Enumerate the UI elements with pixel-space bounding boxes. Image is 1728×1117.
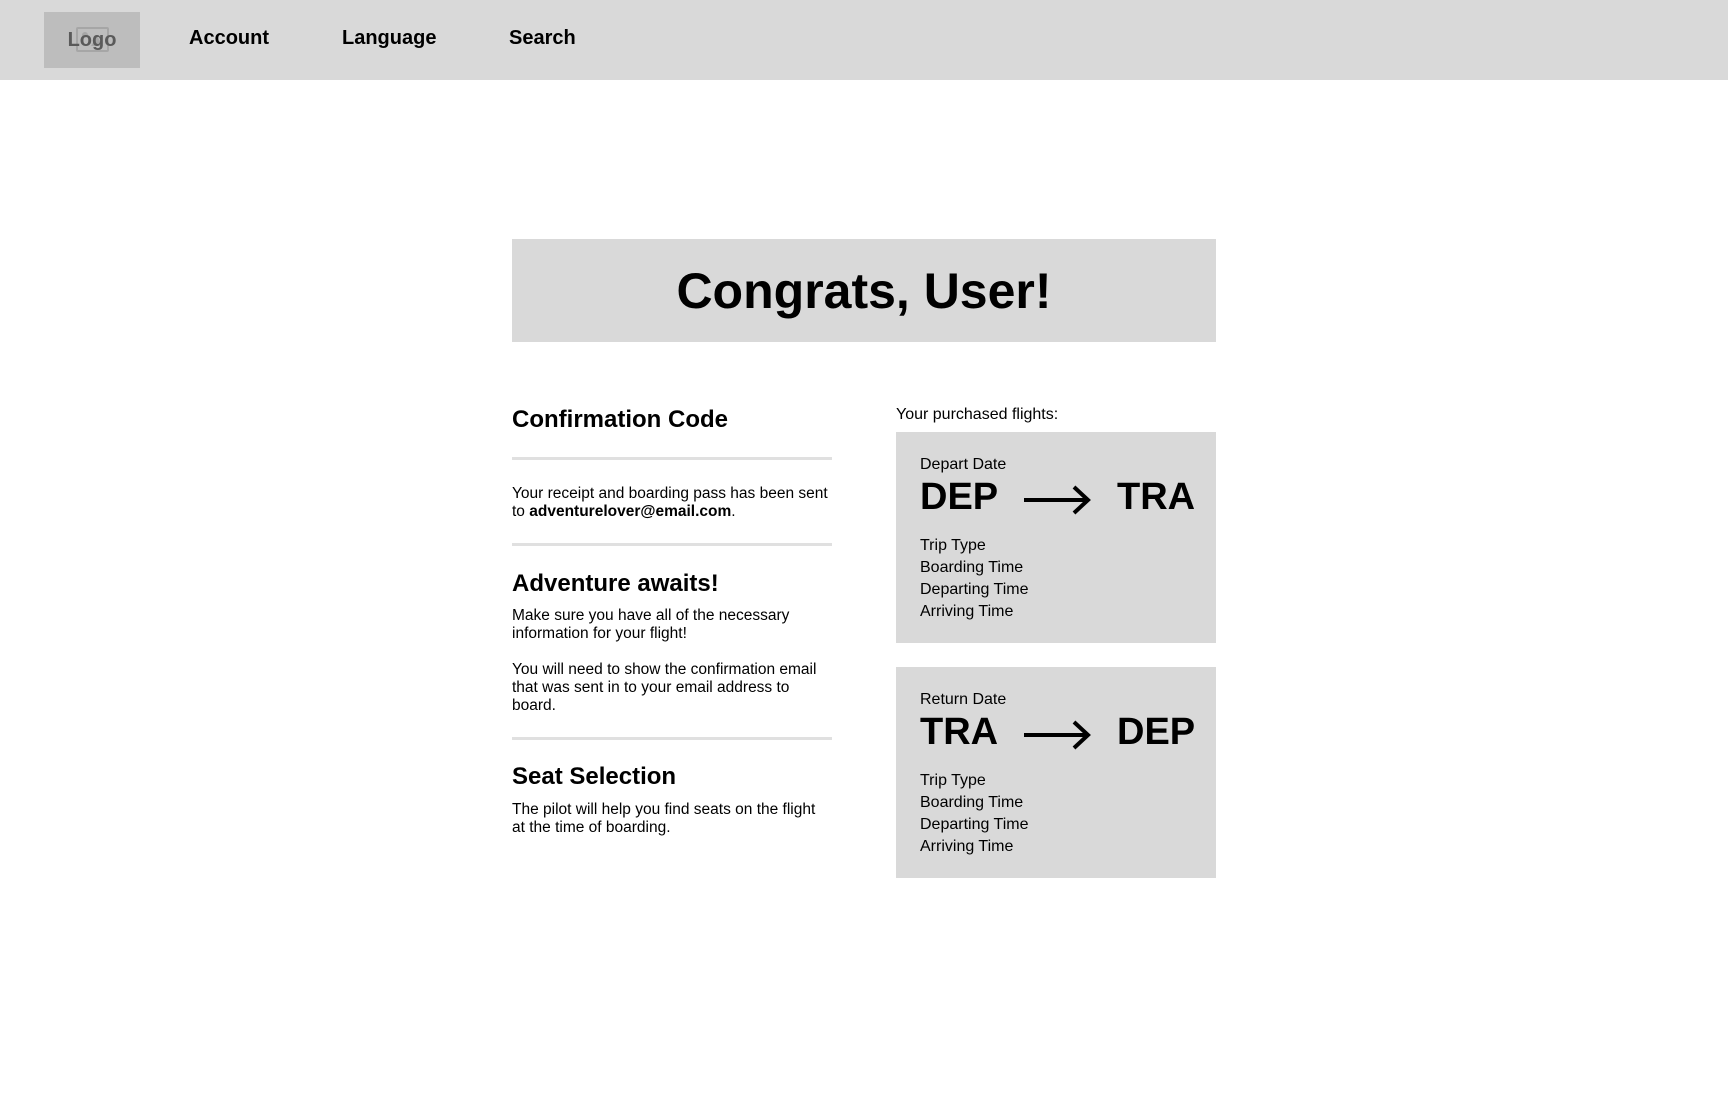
adventure-heading: Adventure awaits!: [512, 570, 719, 597]
depart-date-label: Depart Date: [920, 456, 1007, 473]
top-nav-bar: Logo Account Language Search: [0, 0, 1728, 80]
boarding-time: Boarding Time: [920, 559, 1024, 576]
congrats-banner: Congrats, User!: [512, 239, 1216, 342]
adventure-text-1: Make sure you have all of the necessary …: [512, 607, 790, 642]
seat-selection-heading: Seat Selection: [512, 763, 677, 790]
arrow-right-icon: [1024, 485, 1091, 515]
seat-selection-text: The pilot will help you find seats on th…: [512, 801, 816, 836]
confirmation-code-heading: Confirmation Code: [512, 406, 728, 433]
arriving-time: Arriving Time: [920, 838, 1014, 855]
arrow-right-icon: [1024, 720, 1091, 750]
departing-time: Departing Time: [920, 816, 1029, 833]
page-title: Congrats, User!: [676, 262, 1052, 319]
purchased-flights-label: Your purchased flights:: [896, 406, 1059, 423]
trip-type: Trip Type: [920, 772, 986, 789]
logo[interactable]: Logo: [44, 12, 140, 68]
flight-card-depart[interactable]: Depart Date DEP TRA Trip Type Boarding T…: [896, 432, 1216, 643]
nav-language[interactable]: Language: [342, 27, 436, 50]
divider: [512, 543, 832, 546]
destination-code: TRA: [1117, 476, 1196, 518]
flight-card-return[interactable]: Return Date TRA DEP Trip Type Boarding T…: [896, 667, 1216, 878]
divider: [512, 737, 832, 740]
nav-account[interactable]: Account: [189, 27, 269, 50]
divider: [512, 457, 832, 460]
arriving-time: Arriving Time: [920, 603, 1014, 620]
flight-details: Trip Type Boarding Time Departing Time A…: [920, 535, 1029, 623]
origin-code: TRA: [920, 711, 999, 753]
nav-search[interactable]: Search: [509, 27, 576, 50]
receipt-suffix: .: [731, 503, 736, 520]
return-date-label: Return Date: [920, 691, 1007, 708]
departing-time: Departing Time: [920, 581, 1029, 598]
receipt-text: Your receipt and boarding pass has been …: [512, 485, 832, 521]
destination-code: DEP: [1117, 711, 1196, 753]
adventure-text-2: You will need to show the confirmation e…: [512, 661, 817, 714]
trip-type: Trip Type: [920, 537, 986, 554]
email-address: adventurelover@email.com: [529, 503, 732, 520]
logo-label: Logo: [67, 28, 117, 51]
origin-code: DEP: [920, 476, 999, 518]
boarding-time: Boarding Time: [920, 794, 1024, 811]
flight-details: Trip Type Boarding Time Departing Time A…: [920, 770, 1029, 858]
